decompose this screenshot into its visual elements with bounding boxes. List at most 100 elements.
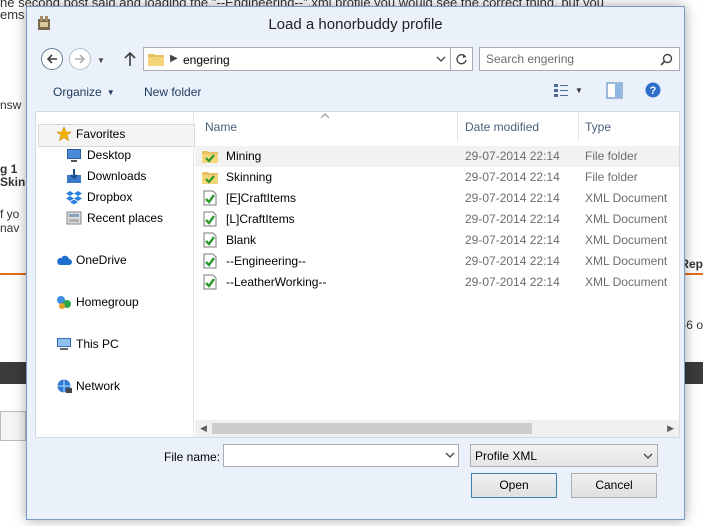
sidebar-item-label: OneDrive bbox=[76, 253, 127, 267]
file-list: Name Date modified Type Mining 29-07-2014… bbox=[195, 112, 679, 437]
arrow-up-icon[interactable] bbox=[121, 50, 139, 68]
scroll-left-icon[interactable]: ◀ bbox=[200, 423, 207, 434]
search-icon[interactable] bbox=[660, 53, 673, 66]
file-name-input[interactable] bbox=[224, 445, 438, 466]
file-type: XML Document bbox=[585, 191, 668, 205]
chevron-down-icon bbox=[643, 453, 653, 459]
column-header-type[interactable]: Type bbox=[585, 120, 611, 134]
sidebar-item-desktop[interactable]: Desktop bbox=[36, 145, 193, 166]
refresh-button[interactable] bbox=[451, 47, 473, 71]
file-date: 29-07-2014 22:14 bbox=[465, 233, 560, 247]
file-row[interactable]: [L]CraftItems 29-07-2014 22:14 XML Documen… bbox=[195, 209, 679, 230]
file-date: 29-07-2014 22:14 bbox=[465, 170, 560, 184]
background-control bbox=[0, 411, 26, 441]
file-type-select[interactable]: Profile XML bbox=[470, 444, 658, 467]
file-row[interactable]: Blank 29-07-2014 22:14 XML Document bbox=[195, 230, 679, 251]
file-date: 29-07-2014 22:14 bbox=[465, 149, 560, 163]
sidebar-item-onedrive[interactable]: OneDrive bbox=[36, 250, 193, 271]
dropbox-icon bbox=[66, 191, 82, 205]
file-row[interactable]: --LeatherWorking-- 29-07-2014 22:14 XML Do… bbox=[195, 272, 679, 293]
sidebar-item-label: This PC bbox=[76, 337, 119, 351]
cancel-button[interactable]: Cancel bbox=[571, 473, 657, 498]
preview-pane-icon[interactable] bbox=[606, 82, 623, 99]
file-date: 29-07-2014 22:14 bbox=[465, 191, 560, 205]
sidebar-item-recent-places[interactable]: Recent places bbox=[36, 208, 193, 229]
column-headers: Name Date modified Type bbox=[195, 112, 679, 142]
sidebar-item-label: Downloads bbox=[87, 169, 147, 183]
scroll-right-icon[interactable]: ▶ bbox=[667, 423, 674, 434]
file-type: XML Document bbox=[585, 275, 668, 289]
background-text-line: ems bbox=[0, 7, 25, 22]
dialog-title: Load a honorbuddy profile bbox=[268, 16, 443, 33]
forward-button[interactable] bbox=[69, 48, 91, 70]
file-row[interactable]: Skinning 29-07-2014 22:14 File folder bbox=[195, 167, 679, 188]
background-fragment: g 1 bbox=[0, 162, 18, 176]
file-name: [L]CraftItems bbox=[226, 212, 295, 226]
sort-ascending-icon bbox=[321, 113, 329, 118]
network-icon bbox=[57, 379, 72, 393]
sidebar-item-downloads[interactable]: Downloads bbox=[36, 166, 193, 187]
column-header-date[interactable]: Date modified bbox=[465, 120, 539, 134]
file-date: 29-07-2014 22:14 bbox=[465, 275, 560, 289]
recent-places-icon bbox=[66, 211, 82, 225]
sidebar-item-label: Homegroup bbox=[76, 295, 139, 309]
chevron-down-icon[interactable]: ▼ bbox=[575, 86, 583, 95]
search-box[interactable] bbox=[479, 47, 680, 71]
navigation-pane: Favorites Desktop Downloads Dropbox Rece… bbox=[36, 112, 195, 437]
background-fragment: f yo bbox=[0, 207, 20, 221]
background-fragment: -6 o bbox=[682, 318, 703, 332]
file-row[interactable]: [E]CraftItems 29-07-2014 22:14 XML Documen… bbox=[195, 188, 679, 209]
new-folder-button[interactable]: New folder bbox=[144, 85, 201, 99]
recent-locations-chevron-icon[interactable]: ▼ bbox=[97, 56, 105, 65]
chevron-down-icon: ▼ bbox=[106, 88, 115, 97]
chevron-right-icon[interactable]: ▶ bbox=[170, 53, 178, 64]
sidebar-item-dropbox[interactable]: Dropbox bbox=[36, 187, 193, 208]
sidebar-item-homegroup[interactable]: Homegroup bbox=[36, 292, 193, 313]
cloud-icon bbox=[57, 255, 72, 265]
chevron-down-icon[interactable] bbox=[445, 450, 455, 460]
file-row[interactable]: --Engineering-- 29-07-2014 22:14 XML Docum… bbox=[195, 251, 679, 272]
horizontal-scrollbar[interactable]: ◀ ▶ bbox=[195, 420, 679, 437]
back-button[interactable] bbox=[41, 48, 63, 70]
downloads-icon bbox=[67, 169, 81, 183]
sidebar-item-network[interactable]: Network bbox=[36, 376, 193, 397]
sidebar-item-favorites[interactable]: Favorites bbox=[36, 124, 195, 147]
sidebar-item-label: Dropbox bbox=[87, 190, 133, 204]
arrow-right-icon bbox=[75, 54, 86, 64]
file-name-combo[interactable] bbox=[223, 444, 459, 467]
file-name: Blank bbox=[226, 233, 257, 247]
refresh-icon bbox=[456, 54, 467, 65]
column-divider[interactable] bbox=[578, 112, 579, 142]
background-fragment: Skin bbox=[0, 175, 26, 189]
open-file-dialog: Load a honorbuddy profile ▼ ▶ engering O… bbox=[26, 6, 685, 520]
view-options-icon[interactable] bbox=[553, 82, 569, 98]
file-date: 29-07-2014 22:14 bbox=[465, 254, 560, 268]
file-type: XML Document bbox=[585, 233, 668, 247]
open-button[interactable]: Open bbox=[471, 473, 557, 498]
search-input[interactable] bbox=[480, 48, 658, 70]
background-fragment: nav bbox=[0, 221, 20, 235]
column-divider[interactable] bbox=[457, 112, 458, 142]
command-bar: Organize ▼ New folder ▼ ? bbox=[35, 79, 680, 105]
address-bar[interactable]: ▶ engering bbox=[143, 47, 451, 71]
arrow-left-icon bbox=[46, 54, 57, 64]
file-row[interactable]: Mining 29-07-2014 22:14 File folder bbox=[195, 146, 679, 167]
sidebar-item-label: Recent places bbox=[87, 211, 164, 225]
file-date: 29-07-2014 22:14 bbox=[465, 212, 560, 226]
svg-text:?: ? bbox=[650, 85, 657, 97]
xml-document-icon bbox=[203, 190, 217, 206]
folder-profile-icon bbox=[202, 151, 218, 163]
organize-button[interactable]: Organize ▼ bbox=[53, 85, 115, 99]
title-bar: Load a honorbuddy profile bbox=[27, 7, 684, 39]
sidebar-item-this-pc[interactable]: This PC bbox=[36, 334, 193, 355]
scrollbar-thumb[interactable] bbox=[212, 423, 532, 434]
desktop-icon bbox=[67, 149, 81, 162]
sidebar-item-label: Network bbox=[76, 379, 121, 393]
column-header-name[interactable]: Name bbox=[205, 120, 237, 134]
file-name: Skinning bbox=[226, 170, 273, 184]
help-icon[interactable]: ? bbox=[645, 82, 661, 98]
homegroup-icon bbox=[57, 296, 71, 309]
chevron-down-icon[interactable] bbox=[432, 48, 450, 70]
star-icon bbox=[56, 126, 72, 142]
address-path[interactable]: engering bbox=[183, 53, 230, 67]
